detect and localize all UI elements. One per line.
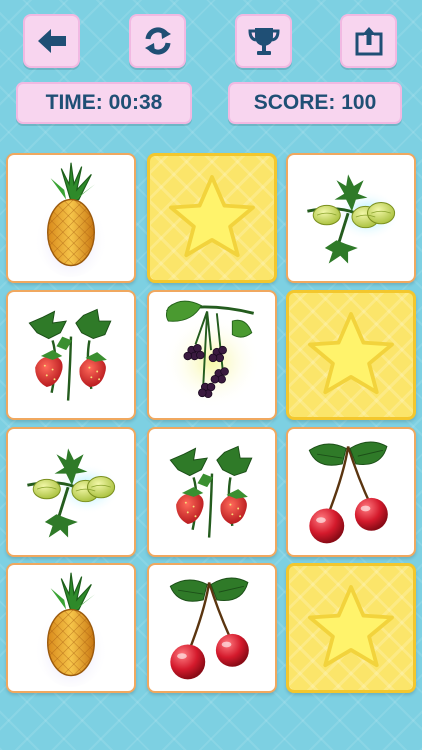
score-label: SCORE: 100 — [253, 91, 377, 114]
strawberry-icon — [28, 308, 112, 402]
cherry-icon — [308, 440, 390, 545]
gooseberry-icon — [25, 446, 122, 540]
share-button[interactable] — [340, 14, 397, 68]
strawberry-icon — [169, 445, 253, 539]
trophy-icon — [247, 28, 280, 55]
back-button[interactable] — [23, 14, 80, 68]
memory-card-cherry[interactable] — [286, 427, 416, 557]
score-display: SCORE: 100 — [228, 82, 402, 124]
memory-card-hidden[interactable] — [286, 563, 416, 693]
timer-label: TIME: 00:38 — [45, 91, 163, 114]
memory-card-pineapple[interactable] — [6, 153, 136, 283]
star-icon — [308, 312, 394, 395]
pineapple-icon — [33, 572, 109, 688]
memory-card-gooseberry[interactable] — [6, 427, 136, 557]
memory-card-hidden[interactable] — [147, 153, 277, 283]
memory-card-strawberry[interactable] — [147, 427, 277, 557]
memory-card-hidden[interactable] — [286, 290, 416, 420]
cherry-icon — [169, 576, 251, 681]
restart-button[interactable] — [129, 14, 186, 68]
memory-card-strawberry[interactable] — [6, 290, 136, 420]
blackberry-icon — [162, 299, 262, 410]
gooseberry-icon — [305, 172, 402, 266]
back-arrow-icon — [37, 29, 66, 53]
share-icon — [355, 27, 382, 56]
memory-card-pineapple[interactable] — [6, 563, 136, 693]
pineapple-icon — [33, 162, 109, 278]
star-icon — [169, 175, 255, 258]
memory-card-blackberry[interactable] — [147, 290, 277, 420]
restart-icon — [144, 27, 171, 55]
timer-display: TIME: 00:38 — [16, 82, 192, 124]
memory-card-cherry[interactable] — [147, 563, 277, 693]
star-icon — [308, 585, 394, 668]
leaderboard-button[interactable] — [235, 14, 292, 68]
memory-card-gooseberry[interactable] — [286, 153, 416, 283]
